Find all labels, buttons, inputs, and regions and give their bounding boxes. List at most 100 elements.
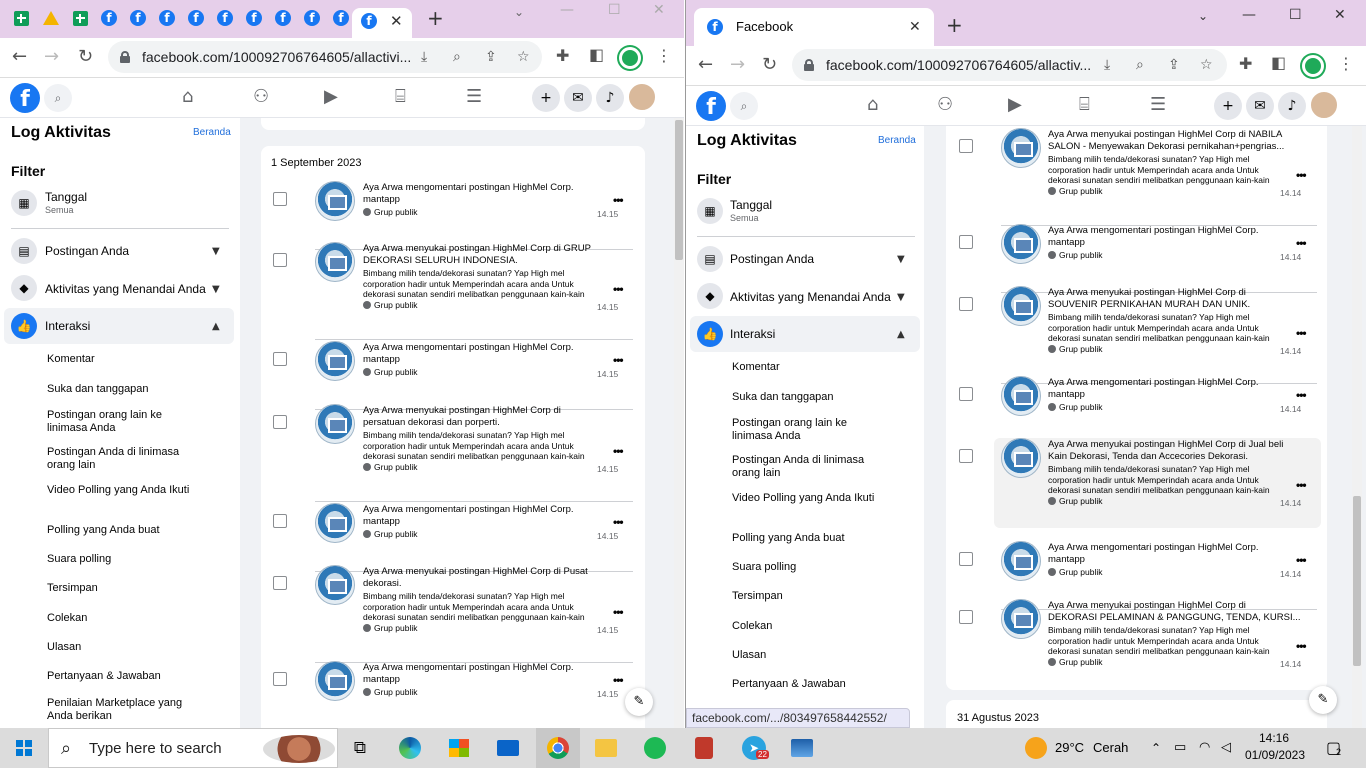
install-icon[interactable]: ⤓ — [1104, 49, 1110, 81]
more-options-icon[interactable]: ••• — [613, 673, 624, 687]
new-tab-icon[interactable]: + — [946, 15, 963, 35]
facebook-tab[interactable]: f — [127, 7, 149, 29]
select-checkbox[interactable] — [273, 253, 287, 267]
sidebar-item-polling-dibuat[interactable]: Polling yang Anda buat — [47, 524, 197, 537]
friends-icon[interactable]: ⚇ — [937, 94, 953, 115]
sidebar-item-ulasan[interactable]: Ulasan — [732, 649, 882, 662]
side-panel-icon[interactable]: ◧ — [589, 45, 604, 64]
facebook-tab[interactable]: f — [214, 7, 236, 29]
sidebar-item-postingan-di-linimasa[interactable]: Postingan Anda di linimasa orang lain — [732, 454, 882, 480]
friends-icon[interactable]: ⚇ — [253, 86, 269, 107]
avatar[interactable] — [627, 82, 657, 112]
maximize-icon[interactable]: ☐ — [1289, 5, 1302, 25]
select-checkbox[interactable] — [959, 235, 973, 249]
sidebar-item-postingan-orang-lain[interactable]: Postingan orang lain ke linimasa Anda — [732, 417, 882, 443]
activity-row[interactable]: Aya Arwa menyukai postingan HighMel Corp… — [959, 438, 1321, 528]
sidebar-item-tanya-jawab[interactable]: Pertanyaan & Jawaban — [47, 670, 197, 683]
activity-row[interactable]: Aya Arwa mengomentari postingan HighMel … — [946, 541, 1327, 602]
reload-icon[interactable]: ↻ — [78, 46, 93, 67]
mail-icon[interactable] — [496, 736, 520, 760]
profile-extension-icon[interactable] — [619, 47, 641, 69]
select-checkbox[interactable] — [959, 610, 973, 624]
notifications-icon[interactable]: ♪ — [1278, 92, 1306, 120]
feed-scrollbar[interactable] — [1352, 126, 1362, 728]
home-link[interactable]: Beranda — [878, 135, 916, 146]
scrollbar-thumb[interactable] — [1353, 496, 1361, 666]
facebook-tab[interactable]: f — [98, 7, 120, 29]
bookmark-star-icon[interactable]: ☆ — [517, 41, 530, 73]
store-icon[interactable] — [447, 736, 471, 760]
more-options-icon[interactable]: ••• — [613, 515, 624, 529]
home-icon[interactable]: ⌂ — [867, 94, 878, 115]
sidebar-item-suka[interactable]: Suka dan tanggapan — [47, 383, 197, 396]
activity-row[interactable]: Aya Arwa menyukai postingan HighMel Corp… — [261, 404, 645, 494]
more-options-icon[interactable]: ••• — [1296, 168, 1307, 182]
share-icon[interactable]: ⇪ — [1168, 49, 1180, 81]
select-checkbox[interactable] — [959, 139, 973, 153]
compose-icon[interactable]: ✎ — [1309, 686, 1337, 714]
more-options-icon[interactable]: ••• — [1296, 478, 1307, 492]
maximize-icon[interactable]: ☐ — [608, 0, 621, 20]
select-checkbox[interactable] — [959, 387, 973, 401]
more-options-icon[interactable]: ••• — [613, 605, 624, 619]
photos-icon[interactable] — [790, 736, 814, 760]
more-options-icon[interactable]: ••• — [613, 444, 624, 458]
select-checkbox[interactable] — [959, 297, 973, 311]
facebook-tab[interactable]: f — [330, 7, 352, 29]
side-panel-icon[interactable]: ◧ — [1271, 53, 1286, 72]
edge-icon[interactable] — [398, 736, 422, 760]
home-link[interactable]: Beranda — [193, 127, 231, 138]
activity-row[interactable]: Aya Arwa mengomentari postingan HighMel … — [261, 503, 645, 564]
new-tab-icon[interactable]: + — [427, 8, 444, 28]
marketplace-icon[interactable]: ⌸ — [1079, 94, 1090, 115]
section-interaksi[interactable] — [4, 308, 234, 344]
back-icon[interactable]: ← — [698, 54, 713, 75]
select-checkbox[interactable] — [959, 449, 973, 463]
activity-row[interactable]: Aya Arwa mengomentari postingan HighMel … — [261, 341, 645, 402]
watch-icon[interactable]: ▶ — [324, 86, 338, 107]
sidebar-item-polling-dibuat[interactable]: Polling yang Anda buat — [732, 532, 882, 545]
sidebar-item-suara-polling[interactable]: Suara polling — [47, 553, 197, 566]
close-window-icon[interactable]: ✕ — [1334, 5, 1346, 25]
forward-icon[interactable]: → — [730, 54, 745, 75]
facebook-logo-icon[interactable]: f — [696, 91, 726, 121]
facebook-logo-icon[interactable]: f — [10, 83, 40, 113]
facebook-tab[interactable]: f — [301, 7, 323, 29]
select-checkbox[interactable] — [273, 352, 287, 366]
task-view-icon[interactable]: ⧉ — [348, 736, 372, 760]
sidebar-item-suka[interactable]: Suka dan tanggapan — [732, 391, 882, 404]
watch-icon[interactable]: ▶ — [1008, 94, 1022, 115]
more-options-icon[interactable]: ••• — [1296, 639, 1307, 653]
sidebar-item-suara-polling[interactable]: Suara polling — [732, 561, 882, 574]
sidebar-item-penilaian-marketplace[interactable]: Penilaian Marketplace yang Anda berikan — [47, 697, 197, 723]
marketplace-icon[interactable]: ⌸ — [395, 86, 406, 107]
menu-kebab-icon[interactable]: ⋮ — [656, 46, 672, 65]
tray-chevron-up-icon[interactable]: ⌃ — [1151, 728, 1161, 768]
sheets-tab[interactable] — [10, 7, 32, 29]
feed-scrollbar[interactable] — [674, 118, 684, 728]
sidebar-item-postingan-di-linimasa[interactable]: Postingan Anda di linimasa orang lain — [47, 446, 197, 472]
back-icon[interactable]: ← — [12, 46, 27, 67]
sidebar-item-tersimpan[interactable]: Tersimpan — [732, 590, 882, 603]
close-tab-icon[interactable]: ✕ — [909, 17, 921, 37]
weather-temperature[interactable]: 29°C — [1055, 728, 1084, 768]
zoom-icon[interactable]: ⌕ — [1136, 49, 1144, 81]
weather-condition[interactable]: Cerah — [1093, 728, 1128, 768]
notifications-icon[interactable]: ♪ — [596, 84, 624, 112]
windows-start-icon[interactable] — [16, 740, 32, 756]
share-icon[interactable]: ⇪ — [485, 41, 497, 73]
activity-row[interactable]: Aya Arwa menyukai postingan HighMel Corp… — [946, 128, 1327, 218]
sidebar-item-tanya-jawab[interactable]: Pertanyaan & Jawaban — [732, 678, 882, 691]
select-checkbox[interactable] — [273, 672, 287, 686]
clock-date[interactable]: 01/09/2023 — [1244, 748, 1306, 762]
install-icon[interactable]: ⤓ — [421, 41, 427, 73]
more-options-icon[interactable]: ••• — [1296, 236, 1307, 250]
activity-row[interactable]: Aya Arwa mengomentari postingan HighMel … — [946, 376, 1327, 437]
activity-row[interactable]: Aya Arwa menyukai postingan HighMel Corp… — [261, 565, 645, 655]
activity-row[interactable]: Aya Arwa mengomentari postingan HighMel … — [261, 661, 645, 722]
avatar[interactable] — [1309, 90, 1339, 120]
compose-icon[interactable]: ✎ — [625, 688, 653, 716]
minimize-icon[interactable]: — — [1242, 5, 1256, 25]
search-icon[interactable]: ⌕ — [730, 92, 758, 120]
messenger-icon[interactable]: ✉ — [1246, 92, 1274, 120]
